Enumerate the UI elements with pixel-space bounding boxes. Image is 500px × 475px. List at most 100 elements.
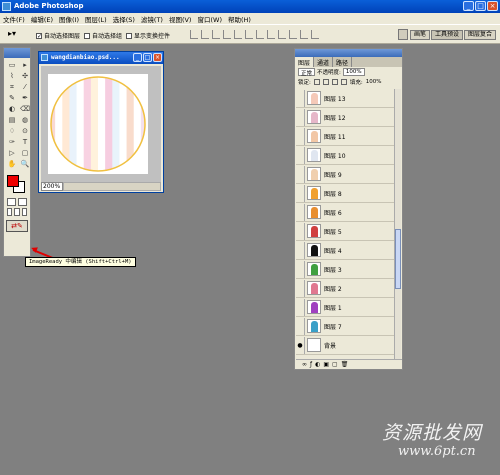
foreground-color-swatch[interactable]	[7, 175, 19, 187]
tab-brushes[interactable]: 画笔	[409, 30, 430, 40]
align-hcenter-icon[interactable]	[234, 30, 242, 39]
menu-file[interactable]: 文件(F)	[3, 14, 25, 24]
move-tool-icon[interactable]: ▸	[19, 60, 31, 70]
document-maximize-button[interactable]: □	[143, 53, 152, 62]
tab-layers[interactable]: 图层	[295, 57, 315, 67]
opacity-field[interactable]: 100%	[342, 68, 365, 76]
path-selection-tool-icon[interactable]: ▷	[6, 148, 18, 158]
marquee-tool-icon[interactable]: ▭	[6, 60, 18, 70]
layer-row[interactable]: 图层 12	[296, 108, 394, 127]
minimize-button[interactable]: _	[463, 1, 474, 11]
document-titlebar[interactable]: wangdianbiao.psd... _ □ ×	[39, 52, 163, 64]
distribute-left-icon[interactable]	[289, 30, 297, 39]
visibility-eye-icon[interactable]	[296, 241, 305, 259]
layer-row[interactable]: 图层 1	[296, 298, 394, 317]
link-layers-icon[interactable]: ∞	[302, 361, 307, 368]
lock-position-icon[interactable]	[331, 79, 338, 85]
palette-well-icon[interactable]	[398, 29, 408, 40]
pen-tool-icon[interactable]: ✑	[6, 137, 18, 147]
zoom-tool-icon[interactable]: 🔍	[19, 159, 31, 169]
fill-value[interactable]: 100%	[366, 79, 382, 85]
distribute-hcenter-icon[interactable]	[300, 30, 308, 39]
quick-mask-mode-icon[interactable]	[18, 198, 27, 206]
canvas-area[interactable]	[41, 66, 161, 182]
blur-tool-icon[interactable]: ◍	[19, 115, 31, 125]
layer-row[interactable]: 图层 13	[296, 89, 394, 108]
menu-layer[interactable]: 图层(L)	[85, 14, 107, 24]
distribute-top-icon[interactable]	[256, 30, 264, 39]
eraser-tool-icon[interactable]: ⌫	[19, 104, 31, 114]
auto-select-layer-checkbox[interactable]: ✓	[36, 32, 42, 39]
layer-row[interactable]: 图层 11	[296, 127, 394, 146]
layer-list-scrollbar[interactable]	[394, 89, 401, 359]
tab-tool-presets[interactable]: 工具预设	[430, 30, 463, 40]
visibility-eye-icon[interactable]	[296, 89, 305, 107]
full-screen-icon[interactable]	[21, 208, 27, 216]
layer-row[interactable]: 图层 2	[296, 279, 394, 298]
document-close-button[interactable]: ×	[153, 53, 162, 62]
menu-view[interactable]: 视图(V)	[169, 14, 192, 24]
dodge-tool-icon[interactable]: ♢	[6, 126, 18, 136]
layer-row[interactable]: 图层 3	[296, 260, 394, 279]
visibility-eye-icon[interactable]	[296, 298, 305, 316]
maximize-button[interactable]: □	[475, 1, 486, 11]
history-brush-tool-icon[interactable]: ⊙	[19, 126, 31, 136]
show-transform-checkbox[interactable]	[126, 32, 132, 39]
align-top-icon[interactable]	[190, 30, 198, 39]
slice-tool-icon[interactable]: ⁄	[19, 82, 31, 92]
visibility-eye-icon[interactable]	[296, 165, 305, 183]
menu-edit[interactable]: 编辑(E)	[31, 14, 53, 24]
magic-wand-tool-icon[interactable]: ✣	[19, 71, 31, 81]
align-bottom-icon[interactable]	[212, 30, 220, 39]
menu-filter[interactable]: 滤镜(T)	[141, 14, 163, 24]
layer-row[interactable]: 图层 10	[296, 146, 394, 165]
align-vcenter-icon[interactable]	[201, 30, 209, 39]
auto-select-layer-option[interactable]: ✓ 自动选择图层	[36, 31, 80, 40]
full-screen-menu-icon[interactable]	[14, 208, 20, 216]
lasso-tool-icon[interactable]: ⌇	[6, 71, 18, 81]
clone-stamp-tool-icon[interactable]: ◐	[6, 104, 18, 114]
visibility-eye-icon[interactable]	[296, 279, 305, 297]
new-group-icon[interactable]: ▣	[323, 361, 329, 368]
layers-palette-header[interactable]	[295, 49, 402, 57]
layer-row[interactable]: ● 背景	[296, 336, 394, 355]
visibility-eye-icon[interactable]	[296, 108, 305, 126]
imageready-jump-button[interactable]: ⇄✎	[6, 220, 28, 232]
hand-tool-icon[interactable]: ✋	[6, 159, 18, 169]
brush-tool-icon[interactable]: ✒	[19, 93, 31, 103]
tab-channels[interactable]: 通道	[314, 57, 334, 67]
distribute-right-icon[interactable]	[311, 30, 319, 39]
show-transform-option[interactable]: 显示变换控件	[126, 31, 170, 40]
close-button[interactable]: ×	[487, 1, 498, 11]
lock-image-icon[interactable]	[322, 79, 329, 85]
layer-row[interactable]: 图层 6	[296, 203, 394, 222]
layer-row[interactable]: 图层 5	[296, 222, 394, 241]
delete-layer-icon[interactable]: 🗑	[341, 361, 349, 368]
standard-screen-icon[interactable]	[7, 208, 13, 216]
visibility-eye-icon[interactable]	[296, 317, 305, 335]
auto-select-group-option[interactable]: 自动选择组	[84, 31, 122, 40]
adjustment-layer-icon[interactable]: ◐	[315, 361, 320, 368]
type-tool-icon[interactable]: T	[19, 137, 31, 147]
lock-all-icon[interactable]	[340, 79, 347, 85]
move-tool-preset-icon[interactable]: ▸▾	[8, 29, 28, 40]
crop-tool-icon[interactable]: ⌗	[6, 82, 18, 92]
zoom-level[interactable]: 200%	[41, 182, 63, 191]
horizontal-scrollbar[interactable]	[63, 182, 161, 191]
healing-brush-tool-icon[interactable]: ✎	[6, 93, 18, 103]
distribute-bottom-icon[interactable]	[278, 30, 286, 39]
layer-list-scroll-thumb[interactable]	[395, 229, 401, 289]
document-minimize-button[interactable]: _	[133, 53, 142, 62]
layer-row[interactable]: 图层 7	[296, 317, 394, 336]
visibility-eye-icon[interactable]	[296, 127, 305, 145]
gradient-tool-icon[interactable]: ▤	[6, 115, 18, 125]
menu-image[interactable]: 图像(I)	[59, 14, 79, 24]
visibility-eye-icon[interactable]: ●	[296, 336, 305, 354]
distribute-vcenter-icon[interactable]	[267, 30, 275, 39]
shape-tool-icon[interactable]: ▢	[19, 148, 31, 158]
layer-row[interactable]: 图层 9	[296, 165, 394, 184]
visibility-eye-icon[interactable]	[296, 222, 305, 240]
tab-layer-comps[interactable]: 图层复合	[463, 30, 496, 40]
menu-help[interactable]: 帮助(H)	[228, 14, 251, 24]
visibility-eye-icon[interactable]	[296, 203, 305, 221]
